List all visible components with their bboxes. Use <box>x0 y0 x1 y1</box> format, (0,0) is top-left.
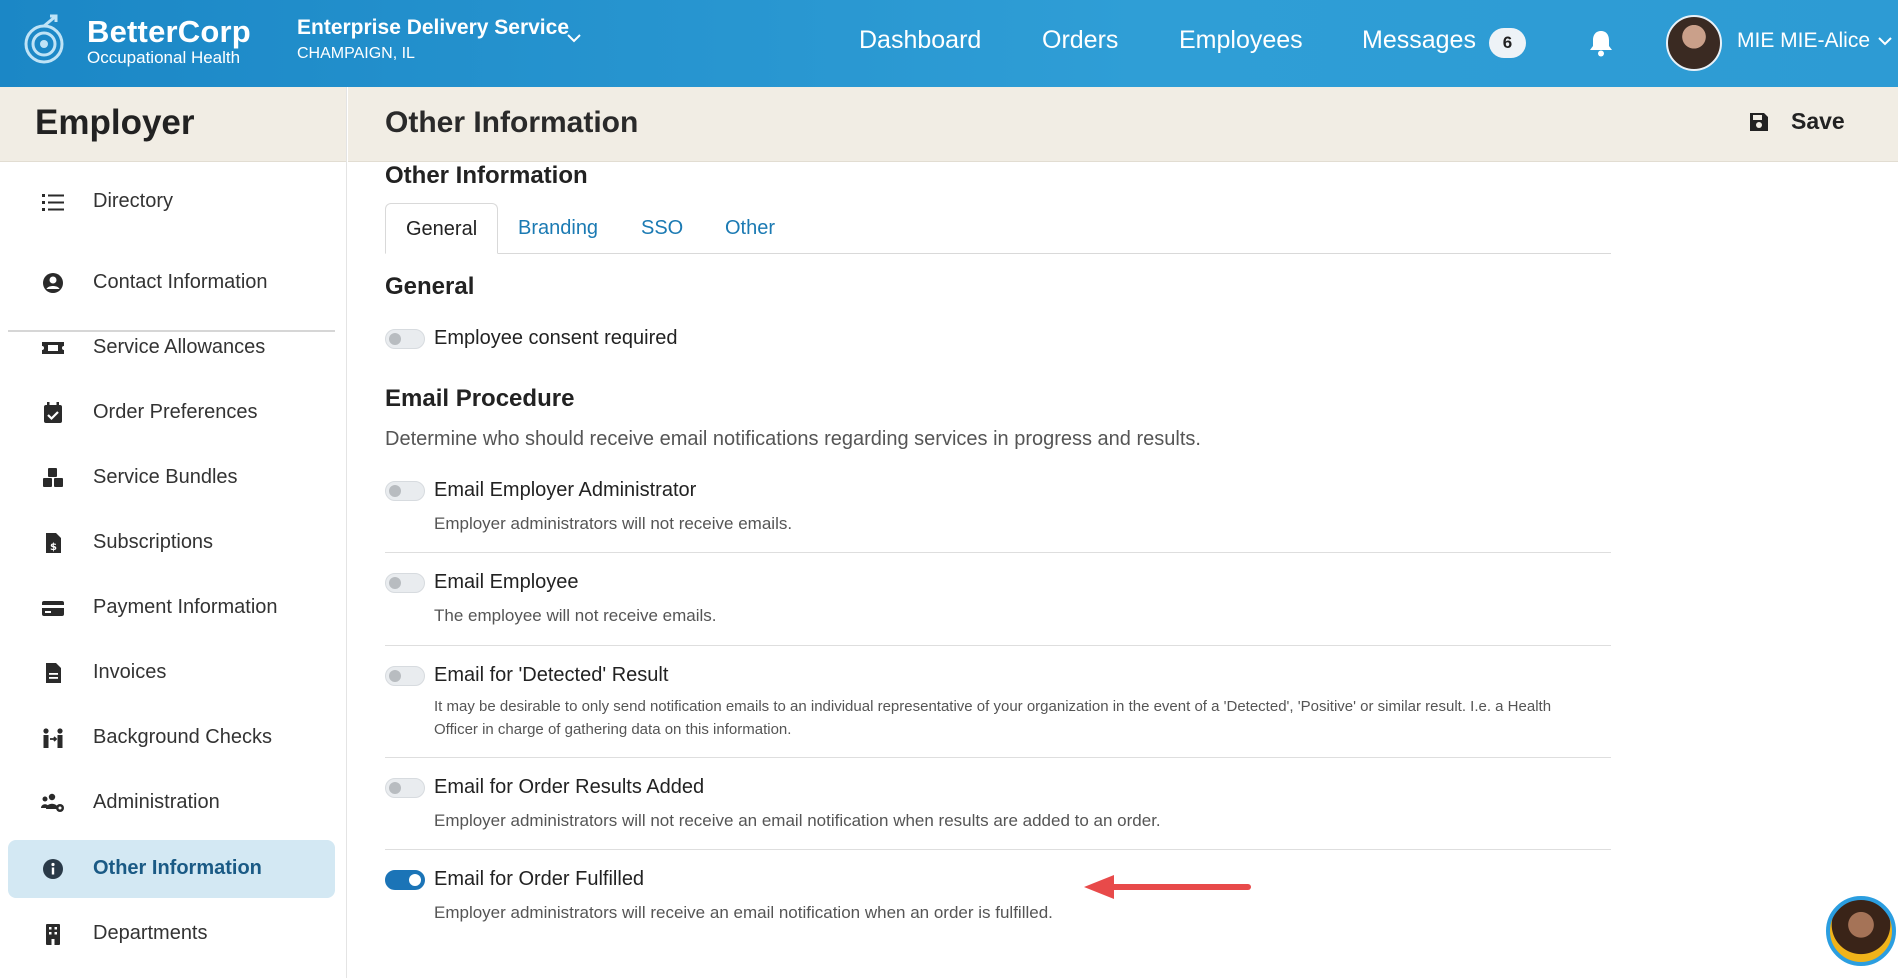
row-divider <box>385 849 1611 850</box>
row-divider <box>385 757 1611 758</box>
email-employee-toggle[interactable] <box>385 573 425 593</box>
email-employee-help: The employee will not receive emails. <box>434 606 717 625</box>
email-procedure-description: Determine who should receive email notif… <box>385 428 1201 450</box>
sidebar-item-invoices[interactable]: Invoices <box>8 644 335 702</box>
email-results-added-label: Email for Order Results Added <box>434 776 705 798</box>
svg-text:$: $ <box>50 542 57 553</box>
brand-name[interactable]: BetterCorp <box>87 14 251 50</box>
file-invoice-dollar-icon: $ <box>46 533 61 553</box>
chevron-down-icon[interactable] <box>1878 37 1892 46</box>
sidebar-item-label: Other Information <box>93 857 262 879</box>
sidebar-item-background-checks[interactable]: Background Checks <box>8 709 335 767</box>
sidebar-title: Employer <box>0 87 346 162</box>
nav-employees[interactable]: Employees <box>1179 26 1303 55</box>
email-employee-label: Email Employee <box>434 571 579 593</box>
tab-bar: General Branding SSO Other <box>385 203 1611 254</box>
info-circle-icon <box>43 859 63 879</box>
sidebar-item-label: Invoices <box>93 661 167 683</box>
email-employer-admin-label: Email Employer Administrator <box>434 479 697 501</box>
sidebar-item-departments[interactable]: Departments <box>8 905 335 963</box>
save-button-label: Save <box>1791 108 1845 134</box>
sidebar-item-directory[interactable]: Directory <box>8 173 335 231</box>
email-procedure-heading: Email Procedure <box>385 385 575 412</box>
page-title: Other Information <box>385 106 639 139</box>
organization-name: Enterprise Delivery Service <box>297 16 569 39</box>
email-order-fulfilled-label: Email for Order Fulfilled <box>434 868 645 890</box>
sidebar-item-other-information[interactable]: Other Information <box>8 840 335 898</box>
sidebar-item-label: Administration <box>93 791 220 813</box>
general-heading: General <box>385 273 475 300</box>
sidebar-item-subscriptions[interactable]: $ Subscriptions <box>8 514 335 572</box>
sidebar-item-order-preferences[interactable]: Order Preferences <box>8 384 335 442</box>
nav-messages[interactable]: Messages <box>1362 26 1476 55</box>
email-results-added-help: Employer administrators will not receive… <box>434 811 1161 830</box>
email-results-added-toggle[interactable] <box>385 778 425 798</box>
user-name[interactable]: MIE MIE-Alice <box>1737 29 1870 53</box>
logo-icon[interactable] <box>22 14 66 70</box>
ticket-icon <box>42 342 64 354</box>
tab-sso[interactable]: SSO <box>621 203 703 254</box>
sidebar-item-label: Order Preferences <box>93 401 258 423</box>
building-icon <box>46 924 60 945</box>
email-detected-result-label: Email for 'Detected' Result <box>434 664 669 686</box>
email-order-fulfilled-toggle[interactable] <box>385 870 425 890</box>
sidebar-item-label: Contact Information <box>93 271 268 293</box>
sidebar-item-label: Payment Information <box>93 596 278 618</box>
messages-count-badge: 6 <box>1489 28 1526 58</box>
user-circle-icon <box>43 273 63 293</box>
sidebar-item-service-allowances[interactable]: Service Allowances <box>8 319 335 377</box>
page-header: Other Information Save <box>348 87 1898 162</box>
chevron-down-icon[interactable] <box>566 33 582 43</box>
credit-card-icon <box>42 601 64 616</box>
email-detected-result-help: It may be desirable to only send notific… <box>434 698 1552 738</box>
tab-branding[interactable]: Branding <box>498 203 618 254</box>
sidebar-item-administration[interactable]: Administration <box>8 774 335 832</box>
email-detected-result-toggle[interactable] <box>385 666 425 686</box>
row-divider <box>385 645 1611 646</box>
save-icon <box>1750 113 1768 131</box>
sidebar-item-label: Directory <box>93 190 174 212</box>
user-avatar[interactable] <box>1666 15 1722 71</box>
tab-other[interactable]: Other <box>705 203 795 254</box>
employee-consent-label: Employee consent required <box>434 327 678 349</box>
nav-dashboard[interactable]: Dashboard <box>859 26 981 55</box>
sidebar-item-label: Departments <box>93 922 208 944</box>
sidebar-item-label: Service Bundles <box>93 466 238 488</box>
row-divider <box>385 552 1611 553</box>
sidebar: Employer Directory Contact Information S… <box>0 87 347 978</box>
sidebar-item-label: Service Allowances <box>93 336 266 358</box>
email-order-fulfilled-help: Employer administrators will receive an … <box>434 903 1053 922</box>
sidebar-item-payment-information[interactable]: Payment Information <box>8 579 335 637</box>
cubes-icon <box>43 468 63 487</box>
annotation-arrow-icon <box>1084 875 1251 899</box>
users-cog-icon <box>41 793 64 812</box>
sidebar-item-label: Subscriptions <box>93 531 214 553</box>
organization-location: CHAMPAIGN, IL <box>297 45 415 62</box>
calendar-check-icon <box>44 402 62 423</box>
list-icon <box>42 194 64 211</box>
file-icon <box>46 663 61 683</box>
brand-subtitle: Occupational Health <box>87 48 241 67</box>
sidebar-item-contact-information[interactable]: Contact Information <box>8 254 335 312</box>
section-title: Other Information <box>385 162 588 189</box>
organization-selector[interactable]: Enterprise Delivery Service CHAMPAIGN, I… <box>297 16 569 63</box>
email-employer-admin-toggle[interactable] <box>385 481 425 501</box>
sidebar-item-label: Background Checks <box>93 726 272 748</box>
chat-assistant-avatar[interactable] <box>1826 896 1896 966</box>
people-arrows-icon <box>43 728 63 748</box>
tab-general[interactable]: General <box>385 203 499 254</box>
email-employer-admin-help: Employer administrators will not receive… <box>434 514 793 533</box>
bell-icon[interactable] <box>1588 29 1614 57</box>
nav-orders[interactable]: Orders <box>1042 26 1118 55</box>
employee-consent-toggle[interactable] <box>385 329 425 349</box>
top-navbar: BetterCorp Occupational Health Enterpris… <box>0 0 1898 87</box>
sidebar-item-service-bundles[interactable]: Service Bundles <box>8 449 335 507</box>
